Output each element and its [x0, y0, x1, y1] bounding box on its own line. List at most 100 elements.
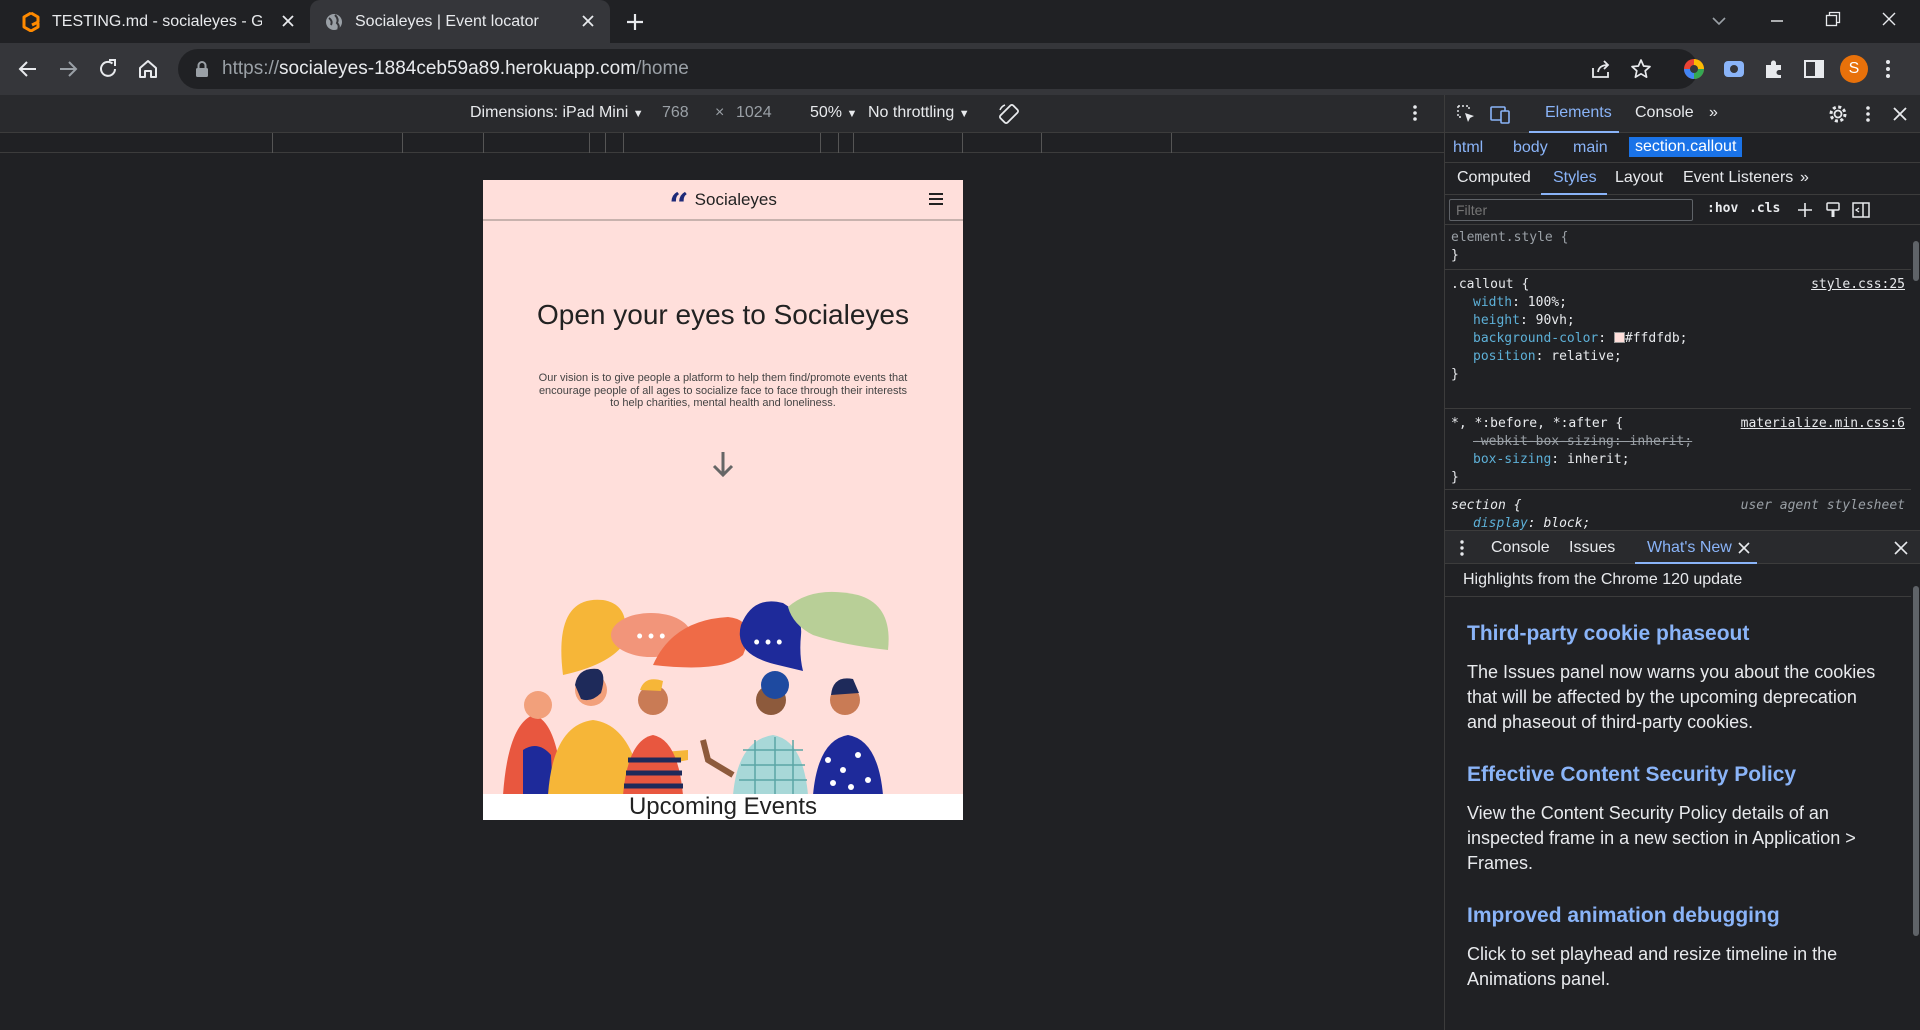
subtab-computed[interactable]: Computed	[1457, 169, 1531, 187]
dropdown-caret-icon: ▼	[958, 108, 970, 120]
close-tab-icon[interactable]	[580, 13, 596, 29]
dimension-times-sign: ×	[715, 104, 725, 121]
subtab-styles[interactable]: Styles	[1553, 169, 1597, 187]
breadcrumb-body[interactable]: body	[1513, 139, 1548, 157]
device-height-field[interactable]: 1024	[736, 104, 772, 122]
color-extension-icon[interactable]	[1682, 57, 1706, 81]
close-window-icon[interactable]	[1880, 10, 1898, 28]
drawer-tab-console[interactable]: Console	[1491, 539, 1550, 557]
style-property[interactable]: box-sizing: inherit;	[1451, 451, 1905, 469]
rule-selector: element.style {	[1451, 230, 1569, 245]
profile-avatar[interactable]: S	[1840, 55, 1868, 83]
throttling-dropdown[interactable]: No throttling ▼	[868, 104, 970, 122]
address-bar[interactable]: https://socialeyes-1884ceb59a89.herokuap…	[178, 49, 1698, 89]
breadcrumb-section-callout[interactable]: section.callout	[1629, 137, 1743, 157]
paint-brush-icon[interactable]	[1823, 200, 1843, 220]
elements-subtabs: Computed Styles Layout Event Listeners »	[1445, 163, 1920, 195]
drawer-menu-icon[interactable]	[1459, 538, 1465, 558]
site-brand[interactable]: Socialeyes	[695, 190, 777, 210]
color-swatch[interactable]	[1613, 332, 1625, 343]
hamburger-menu-icon[interactable]	[928, 192, 944, 206]
close-devtools-icon[interactable]	[1891, 105, 1909, 123]
divider	[1445, 596, 1911, 597]
tab-socialeyes[interactable]: Socialeyes | Event locator	[310, 0, 610, 43]
ruler-tick	[605, 133, 606, 153]
drawer-tab-issues[interactable]: Issues	[1569, 539, 1615, 557]
style-property[interactable]: display: block;	[1451, 515, 1905, 530]
rule-source-link[interactable]: materialize.min.css:6	[1741, 415, 1905, 433]
scrollbar-thumb[interactable]	[1913, 241, 1919, 281]
subtab-event-listeners[interactable]: Event Listeners	[1683, 169, 1793, 187]
zoom-dropdown[interactable]: 50% ▼	[810, 104, 857, 122]
emulated-page[interactable]: “ Socialeyes Open your eyes to Socialeye…	[483, 180, 963, 820]
styles-scrollbar[interactable]	[1911, 225, 1920, 530]
tab-search-icon[interactable]	[1710, 12, 1728, 30]
styles-filter-input[interactable]	[1449, 199, 1693, 221]
device-toggle-icon[interactable]	[1489, 103, 1511, 125]
screen-capture-extension-icon[interactable]	[1722, 57, 1746, 81]
scroll-down-arrow-icon[interactable]	[712, 450, 734, 478]
new-tab-icon[interactable]	[622, 9, 648, 35]
minimize-icon[interactable]	[1768, 12, 1786, 30]
whats-new-scrollbar[interactable]	[1911, 564, 1920, 1030]
rule-source-link[interactable]: style.css:25	[1811, 276, 1905, 294]
back-icon[interactable]	[14, 55, 42, 83]
property-value: block;	[1543, 516, 1591, 530]
feature-title-link[interactable]: Effective Content Security Policy	[1467, 763, 1796, 787]
property-value: 90vh;	[1535, 313, 1575, 328]
breadcrumb-main[interactable]: main	[1573, 139, 1608, 157]
whats-new-panel[interactable]: Highlights from the Chrome 120 update Th…	[1445, 564, 1911, 1030]
style-property[interactable]: position: relative;	[1451, 348, 1905, 366]
inspect-element-icon[interactable]	[1455, 103, 1477, 125]
device-dimensions-dropdown[interactable]: Dimensions: iPad Mini ▼	[470, 104, 644, 122]
rule-divider	[1445, 408, 1911, 409]
more-tabs-chevron-icon[interactable]: »	[1709, 104, 1718, 122]
close-tab-icon[interactable]	[280, 13, 296, 29]
rotate-icon[interactable]	[997, 102, 1021, 126]
subtab-layout[interactable]: Layout	[1615, 169, 1663, 187]
drawer-tab-whats-new[interactable]: What's New	[1647, 539, 1732, 557]
bookmark-star-icon[interactable]	[1630, 58, 1652, 80]
hover-state-toggle[interactable]: :hov	[1707, 201, 1738, 216]
rule-section-ua[interactable]: section { user agent stylesheet display:…	[1451, 497, 1905, 530]
whats-new-intro: Highlights from the Chrome 120 update	[1463, 571, 1743, 588]
quote-logo-icon[interactable]: “	[669, 189, 689, 223]
close-drawer-icon[interactable]	[1893, 540, 1909, 556]
rule-element-style[interactable]: element.style { }	[1451, 229, 1905, 265]
settings-gear-icon[interactable]	[1827, 103, 1849, 125]
tab-gitpod[interactable]: TESTING.md - socialeyes - Gitpo	[0, 0, 310, 43]
style-property[interactable]: width: 100%;	[1451, 294, 1905, 312]
forward-icon[interactable]	[54, 55, 82, 83]
close-whats-new-icon[interactable]	[1737, 541, 1751, 555]
restore-icon[interactable]	[1824, 10, 1842, 28]
share-icon[interactable]	[1590, 59, 1612, 79]
styles-pane[interactable]: element.style { } .callout { style.css:2…	[1445, 225, 1911, 530]
property-value: inherit;	[1566, 452, 1630, 467]
ruler-tick	[272, 133, 273, 153]
side-panel-icon[interactable]	[1802, 57, 1826, 81]
scrollbar-thumb[interactable]	[1913, 586, 1919, 936]
device-width-field[interactable]: 768	[662, 104, 689, 122]
feature-title-link[interactable]: Improved animation debugging	[1467, 904, 1780, 928]
class-toggle[interactable]: .cls	[1749, 201, 1780, 216]
breadcrumb-html[interactable]: html	[1453, 139, 1483, 157]
device-more-options-icon[interactable]	[1412, 102, 1418, 124]
home-icon[interactable]	[134, 55, 162, 83]
tab-elements[interactable]: Elements	[1545, 104, 1612, 122]
new-style-rule-icon[interactable]	[1795, 200, 1815, 220]
reload-icon[interactable]	[94, 55, 122, 83]
style-property[interactable]: height: 90vh;	[1451, 312, 1905, 330]
tab-console[interactable]: Console	[1635, 104, 1694, 122]
style-property[interactable]: background-color: #ffdfdb;	[1451, 330, 1905, 348]
computed-sidebar-toggle-icon[interactable]	[1851, 200, 1871, 220]
rule-callout[interactable]: .callout { style.css:25 width: 100%; hei…	[1451, 276, 1905, 384]
media-query-ruler[interactable]	[0, 133, 1444, 153]
devtools-menu-icon[interactable]	[1865, 103, 1871, 125]
rule-universal[interactable]: *, *:before, *:after { materialize.min.c…	[1451, 415, 1905, 487]
chrome-menu-icon[interactable]	[1884, 57, 1892, 81]
extensions-puzzle-icon[interactable]	[1762, 57, 1786, 81]
lock-icon[interactable]	[194, 60, 210, 78]
feature-title-link[interactable]: Third-party cookie phaseout	[1467, 622, 1749, 646]
style-property[interactable]: -webkit-box-sizing: inherit;	[1451, 433, 1905, 451]
more-subtabs-chevron-icon[interactable]: »	[1800, 169, 1809, 187]
